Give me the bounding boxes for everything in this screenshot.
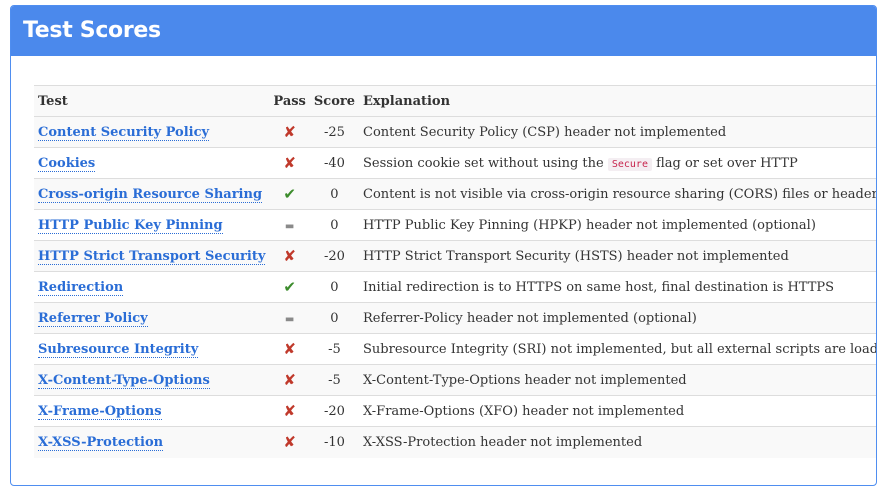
explanation-text: HTTP Public Key Pinning (HPKP) header no… — [363, 217, 816, 233]
test-link-referrer-policy[interactable]: Referrer Policy — [38, 310, 148, 327]
test-scores-table: Test Pass Score Explanation Content Secu… — [34, 85, 877, 458]
score-value: -10 — [323, 434, 345, 450]
secure-flag-code: Secure — [607, 157, 652, 171]
explanation-text: Content Security Policy (CSP) header not… — [363, 124, 727, 140]
test-link-http-strict-transport-security[interactable]: HTTP Strict Transport Security — [38, 248, 266, 265]
explanation-text: Referrer-Policy header not implemented (… — [363, 310, 697, 326]
panel-title: Test Scores — [11, 6, 876, 56]
test-link-cross-origin-resource-sharing[interactable]: Cross-origin Resource Sharing — [38, 186, 263, 203]
explanation-text: Session cookie set without using the — [363, 155, 604, 171]
test-link-x-content-type-options[interactable]: X-Content-Type-Options — [38, 372, 210, 389]
test-link-cookies[interactable]: Cookies — [38, 155, 96, 172]
header-pass: Pass — [273, 93, 306, 109]
fail-x-icon: ✘ — [283, 123, 296, 141]
test-link-x-frame-options[interactable]: X-Frame-Options — [38, 403, 162, 420]
score-value: 0 — [330, 310, 339, 326]
header-explanation: Explanation — [363, 93, 451, 109]
table-row: Subresource Integrity ✘ -5 Subresource I… — [34, 333, 876, 365]
fail-x-icon: ✘ — [283, 154, 296, 172]
explanation-text: HTTP Strict Transport Security (HSTS) he… — [363, 248, 789, 264]
test-scores-panel: Test Scores Test Pass Score Explanation … — [10, 5, 877, 486]
table-row: Cross-origin Resource Sharing ✔ 0 Conten… — [34, 178, 877, 210]
score-value: 0 — [330, 217, 339, 233]
pass-check-icon: ✔ — [283, 278, 296, 296]
score-value: 0 — [330, 279, 339, 295]
table-row: HTTP Public Key Pinning ▬ 0 HTTP Public … — [34, 209, 876, 241]
fail-x-icon: ✘ — [283, 340, 296, 358]
fail-x-icon: ✘ — [283, 247, 296, 265]
explanation-text: X-Content-Type-Options header not implem… — [363, 372, 687, 388]
table-row: Cookies ✘ -40 Session cookie set without… — [34, 147, 876, 179]
score-value: -5 — [328, 341, 341, 357]
fail-x-icon: ✘ — [283, 402, 296, 420]
explanation-text-tail: flag or set over HTTP — [656, 155, 798, 171]
test-link-content-security-policy[interactable]: Content Security Policy — [38, 124, 210, 141]
pass-check-icon: ✔ — [283, 185, 296, 203]
explanation-text: X-XSS-Protection header not implemented — [363, 434, 643, 450]
score-value: -40 — [323, 155, 345, 171]
explanation-text: Initial redirection is to HTTPS on same … — [363, 279, 835, 295]
table-row: Redirection ✔ 0 Initial redirection is t… — [34, 271, 876, 303]
test-link-http-public-key-pinning[interactable]: HTTP Public Key Pinning — [38, 217, 223, 234]
fail-x-icon: ✘ — [283, 371, 296, 389]
table-row: X-Frame-Options ✘ -20 X-Frame-Options (X… — [34, 395, 876, 427]
test-link-subresource-integrity[interactable]: Subresource Integrity — [38, 341, 199, 358]
explanation-text: Content is not visible via cross-origin … — [363, 186, 877, 202]
score-value: -25 — [323, 124, 345, 140]
score-value: -20 — [323, 248, 345, 264]
neutral-dash-icon: ▬ — [284, 220, 295, 232]
explanation-text: X-Frame-Options (XFO) header not impleme… — [363, 403, 685, 419]
table-row: Referrer Policy ▬ 0 Referrer-Policy head… — [34, 302, 876, 334]
score-value: 0 — [330, 186, 339, 202]
header-score: Score — [313, 93, 355, 109]
score-value: -5 — [328, 372, 341, 388]
table-row: X-Content-Type-Options ✘ -5 X-Content-Ty… — [34, 364, 876, 396]
table-row: HTTP Strict Transport Security ✘ -20 HTT… — [34, 240, 876, 272]
test-link-x-xss-protection[interactable]: X-XSS-Protection — [38, 434, 164, 451]
neutral-dash-icon: ▬ — [284, 313, 295, 325]
fail-x-icon: ✘ — [283, 433, 296, 452]
explanation-text: Subresource Integrity (SRI) not implemen… — [363, 341, 876, 357]
test-link-redirection[interactable]: Redirection — [38, 279, 124, 296]
table-header-row: Test Pass Score Explanation — [34, 85, 876, 117]
table-row: Content Security Policy ✘ -25 Content Se… — [34, 116, 876, 148]
table-row: X-XSS-Protection ✘ -10 X-XSS-Protection … — [34, 426, 876, 458]
score-value: -20 — [323, 403, 345, 419]
header-test: Test — [38, 93, 68, 109]
